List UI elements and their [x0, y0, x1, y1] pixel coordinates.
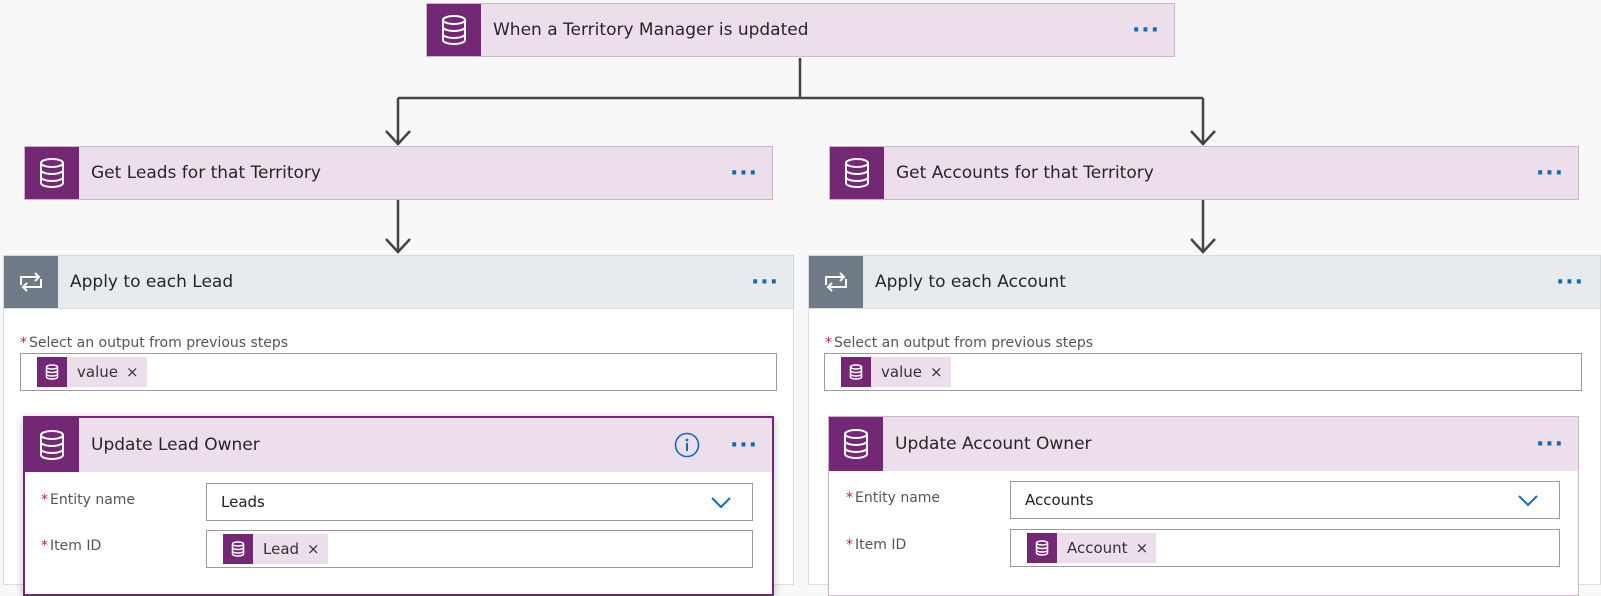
update-account-owner-menu-button[interactable]: ··· — [1532, 417, 1568, 471]
get-leads-menu-button[interactable]: ··· — [726, 147, 762, 199]
value-token-label: value — [881, 363, 922, 381]
lead-token-label: Lead — [263, 540, 300, 558]
update-lead-owner-title: Update Lead Owner — [91, 435, 260, 455]
get-accounts-title: Get Accounts for that Territory — [896, 163, 1154, 183]
database-icon — [37, 357, 67, 387]
apply-each-account-header[interactable]: Apply to each Account ··· — [808, 255, 1601, 309]
chevron-down-icon[interactable] — [710, 492, 732, 512]
select-output-field-right[interactable]: value × — [824, 353, 1582, 391]
apply-each-lead-title: Apply to each Lead — [70, 272, 234, 292]
entity-name-value: Accounts — [1025, 491, 1094, 509]
account-token-label: Account — [1067, 539, 1128, 557]
remove-token-button[interactable]: × — [930, 363, 951, 381]
database-icon — [25, 147, 79, 199]
trigger-title: When a Territory Manager is updated — [493, 20, 809, 40]
item-id-label: * Item ID — [41, 538, 101, 554]
info-icon[interactable] — [674, 432, 700, 462]
item-id-field-left[interactable]: Lead × — [206, 530, 753, 568]
remove-token-button[interactable]: × — [307, 540, 328, 558]
required-marker: * — [846, 490, 853, 506]
item-id-label-text: Item ID — [855, 537, 907, 553]
select-output-label: * Select an output from previous steps — [825, 335, 1093, 351]
entity-name-label-text: Entity name — [50, 492, 136, 508]
loop-icon — [809, 256, 863, 308]
database-icon — [1027, 533, 1057, 563]
apply-each-account-title: Apply to each Account — [875, 272, 1066, 292]
value-token[interactable]: value × — [37, 357, 147, 387]
entity-name-label: * Entity name — [846, 490, 940, 506]
account-token[interactable]: Account × — [1027, 533, 1157, 563]
remove-token-button[interactable]: × — [1136, 539, 1157, 557]
apply-each-lead-header[interactable]: Apply to each Lead ··· — [3, 255, 794, 309]
database-icon — [830, 147, 884, 199]
value-token-label: value — [77, 363, 118, 381]
get-leads-title: Get Leads for that Territory — [91, 163, 321, 183]
trigger-menu-button[interactable]: ··· — [1128, 4, 1164, 56]
update-lead-owner-menu-button[interactable]: ··· — [726, 418, 762, 472]
get-leads-card[interactable]: Get Leads for that Territory ··· — [24, 146, 773, 200]
update-lead-owner-header[interactable]: Update Lead Owner ··· — [25, 418, 772, 472]
database-icon — [25, 418, 79, 472]
database-icon — [841, 357, 871, 387]
select-output-label-text: Select an output from previous steps — [834, 335, 1094, 351]
select-output-field-left[interactable]: value × — [20, 353, 777, 391]
item-id-label: * Item ID — [846, 537, 906, 553]
get-accounts-card[interactable]: Get Accounts for that Territory ··· — [829, 146, 1579, 200]
entity-name-select-left[interactable]: Leads — [206, 483, 753, 521]
entity-name-label-text: Entity name — [855, 490, 941, 506]
required-marker: * — [825, 335, 832, 351]
select-output-label: * Select an output from previous steps — [20, 335, 288, 351]
item-id-label-text: Item ID — [50, 538, 102, 554]
entity-name-select-right[interactable]: Accounts — [1010, 481, 1560, 519]
loop-icon — [4, 256, 58, 308]
database-icon — [829, 417, 883, 471]
select-output-label-text: Select an output from previous steps — [29, 335, 289, 351]
update-account-owner-title: Update Account Owner — [895, 434, 1092, 454]
database-icon — [223, 534, 253, 564]
required-marker: * — [20, 335, 27, 351]
required-marker: * — [41, 492, 48, 508]
value-token[interactable]: value × — [841, 357, 951, 387]
required-marker: * — [41, 538, 48, 554]
update-account-owner-header[interactable]: Update Account Owner ··· — [829, 417, 1578, 471]
entity-name-value: Leads — [221, 493, 265, 511]
entity-name-label: * Entity name — [41, 492, 135, 508]
item-id-field-right[interactable]: Account × — [1010, 529, 1560, 567]
apply-each-lead-menu-button[interactable]: ··· — [747, 256, 783, 308]
remove-token-button[interactable]: × — [126, 363, 147, 381]
apply-each-account-menu-button[interactable]: ··· — [1552, 256, 1588, 308]
database-icon — [427, 4, 481, 56]
trigger-card[interactable]: When a Territory Manager is updated ··· — [426, 3, 1175, 57]
chevron-down-icon[interactable] — [1517, 490, 1539, 510]
lead-token[interactable]: Lead × — [223, 534, 328, 564]
get-accounts-menu-button[interactable]: ··· — [1532, 147, 1568, 199]
required-marker: * — [846, 537, 853, 553]
